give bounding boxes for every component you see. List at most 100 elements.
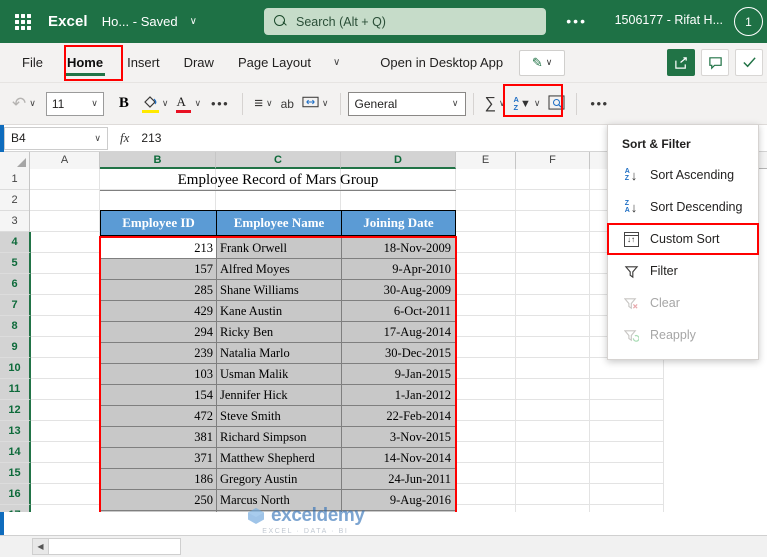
- row-header-15[interactable]: 15: [0, 463, 31, 484]
- cell-employee-name[interactable]: Kane Austin: [217, 301, 342, 322]
- tab-file[interactable]: File: [10, 46, 55, 80]
- table-row[interactable]: 186 Gregory Austin 24-Jun-2011: [101, 469, 455, 490]
- grid-cell-F7[interactable]: [516, 295, 590, 316]
- grid-cell-E10[interactable]: [456, 358, 516, 379]
- alignment-button[interactable]: ≡ ∨: [250, 89, 276, 119]
- menu-item-custom-sort[interactable]: ↓↑ Custom Sort: [608, 223, 758, 255]
- grid-cell-A6[interactable]: [30, 274, 100, 295]
- bold-button[interactable]: B: [110, 95, 138, 112]
- grid-cell-F16[interactable]: [516, 484, 590, 505]
- grid-cell-E12[interactable]: [456, 400, 516, 421]
- row-header-7[interactable]: 7: [0, 295, 31, 316]
- avatar[interactable]: 1: [734, 7, 763, 36]
- cell-employee-name[interactable]: Alfred Moyes: [217, 259, 342, 280]
- cell-joining-date[interactable]: 17-Aug-2014: [342, 322, 455, 343]
- tab-home[interactable]: Home: [55, 46, 115, 80]
- grid-cell-E7[interactable]: [456, 295, 516, 316]
- cell-joining-date[interactable]: 14-Nov-2014: [342, 448, 455, 469]
- grid-cell-F8[interactable]: [516, 316, 590, 337]
- cell-employee-name[interactable]: Usman Malik: [217, 364, 342, 385]
- select-all-corner[interactable]: [0, 152, 30, 169]
- tab-draw[interactable]: Draw: [172, 46, 226, 80]
- grid-cell-A1[interactable]: [30, 169, 100, 190]
- horizontal-scrollbar[interactable]: [49, 538, 181, 555]
- cell-employee-name[interactable]: Peter Boon: [217, 511, 342, 512]
- grid-cell-A4[interactable]: [30, 232, 100, 253]
- row-header-12[interactable]: 12: [0, 400, 31, 421]
- table-row[interactable]: 294 Ricky Ben 17-Aug-2014: [101, 322, 455, 343]
- cell-joining-date[interactable]: 6-Oct-2011: [342, 301, 455, 322]
- cell-joining-date[interactable]: 9-Apr-2010: [342, 259, 455, 280]
- menu-item-filter[interactable]: Filter: [608, 255, 758, 287]
- sort-and-filter-button[interactable]: AZ ▼ ∨: [510, 89, 545, 119]
- row-header-10[interactable]: 10: [0, 358, 31, 379]
- ribbon-more-commands-icon[interactable]: •••: [584, 96, 614, 111]
- grid-cell-G15[interactable]: [590, 463, 664, 484]
- grid-cell-E3[interactable]: [456, 211, 516, 232]
- grid-cell-F12[interactable]: [516, 400, 590, 421]
- cell-employee-id[interactable]: 371: [101, 448, 217, 469]
- cell-employee-id[interactable]: 213: [101, 238, 217, 259]
- table-row[interactable]: 381 Richard Simpson 3-Nov-2015: [101, 427, 455, 448]
- grid-cell-E9[interactable]: [456, 337, 516, 358]
- cell-joining-date[interactable]: 30-Mar-2008: [342, 511, 455, 512]
- row-header-8[interactable]: 8: [0, 316, 31, 337]
- grid-cell-E6[interactable]: [456, 274, 516, 295]
- cell-employee-name[interactable]: Frank Orwell: [217, 238, 342, 259]
- grid-cell-D2[interactable]: [341, 190, 456, 211]
- share-button[interactable]: [667, 49, 695, 76]
- number-format-selector[interactable]: General ∨: [347, 91, 466, 116]
- table-row[interactable]: 239 Natalia Marlo 30-Dec-2015: [101, 343, 455, 364]
- editing-mode-button[interactable]: ✎ ∨: [519, 49, 566, 76]
- grid-cell-C2[interactable]: [216, 190, 341, 211]
- column-header-C[interactable]: C: [216, 152, 341, 169]
- cell-employee-id[interactable]: 294: [101, 322, 217, 343]
- menu-item-sort-ascending[interactable]: A Z ↓ Sort Ascending: [608, 159, 758, 191]
- cell-employee-name[interactable]: Matthew Shepherd: [217, 448, 342, 469]
- grid-cell-E14[interactable]: [456, 442, 516, 463]
- grid-cell-A5[interactable]: [30, 253, 100, 274]
- cell-employee-name[interactable]: Natalia Marlo: [217, 343, 342, 364]
- table-header-employee-name[interactable]: Employee Name: [217, 211, 342, 235]
- grid-cell-F2[interactable]: [516, 190, 590, 211]
- cell-joining-date[interactable]: 3-Nov-2015: [342, 427, 455, 448]
- grid-cell-E4[interactable]: [456, 232, 516, 253]
- grid-cell-G12[interactable]: [590, 400, 664, 421]
- grid-cell-F15[interactable]: [516, 463, 590, 484]
- grid-cell-A14[interactable]: [30, 442, 100, 463]
- row-header-17[interactable]: 17: [0, 505, 31, 512]
- grid-cell-A7[interactable]: [30, 295, 100, 316]
- grid-cell-E2[interactable]: [456, 190, 516, 211]
- grid-cell-A16[interactable]: [30, 484, 100, 505]
- cell-joining-date[interactable]: 24-Jun-2011: [342, 469, 455, 490]
- grid-cell-F1[interactable]: [516, 169, 590, 190]
- grid-cell-E15[interactable]: [456, 463, 516, 484]
- grid-cell-G17[interactable]: [590, 505, 664, 512]
- cell-employee-id[interactable]: 103: [101, 364, 217, 385]
- table-row[interactable]: 472 Steve Smith 22-Feb-2014: [101, 406, 455, 427]
- document-menu-chevron-down-icon[interactable]: ∨: [190, 16, 197, 27]
- cell-employee-id[interactable]: 154: [101, 385, 217, 406]
- cell-employee-name[interactable]: Richard Simpson: [217, 427, 342, 448]
- grid-cell-F11[interactable]: [516, 379, 590, 400]
- grid-cell-A9[interactable]: [30, 337, 100, 358]
- undo-button[interactable]: ↶ ∨: [8, 89, 40, 119]
- autosum-button[interactable]: ∑ ∨: [481, 89, 510, 119]
- name-box[interactable]: B4 ∨: [4, 126, 108, 150]
- cell-employee-name[interactable]: Marcus North: [217, 490, 342, 511]
- grid-cell-F13[interactable]: [516, 421, 590, 442]
- app-launcher-icon[interactable]: [8, 7, 38, 37]
- row-header-16[interactable]: 16: [0, 484, 31, 505]
- tab-page-layout[interactable]: Page Layout: [226, 46, 323, 80]
- document-name[interactable]: Ho... - Saved: [102, 14, 178, 29]
- cell-employee-name[interactable]: Steve Smith: [217, 406, 342, 427]
- row-header-14[interactable]: 14: [0, 442, 31, 463]
- table-row[interactable]: 213 Frank Orwell 18-Nov-2009: [101, 238, 455, 259]
- grid-cell-F6[interactable]: [516, 274, 590, 295]
- wrap-text-button[interactable]: ab: [277, 89, 298, 119]
- scroll-left-button[interactable]: ◀: [32, 538, 49, 555]
- grid-cell-E13[interactable]: [456, 421, 516, 442]
- grid-cell-A12[interactable]: [30, 400, 100, 421]
- grid-cell-G10[interactable]: [590, 358, 664, 379]
- row-header-13[interactable]: 13: [0, 421, 31, 442]
